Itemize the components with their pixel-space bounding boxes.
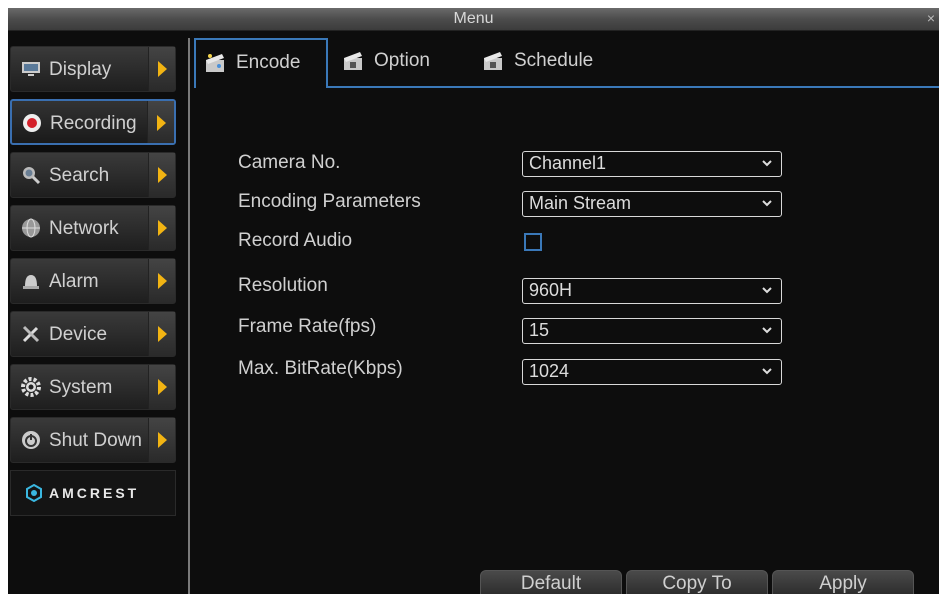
- select-value: Main Stream: [529, 193, 632, 213]
- sidebar-item-label: Display: [49, 59, 112, 80]
- alarm-bell-icon: [23, 275, 39, 289]
- menu-window: Menu × Display Recording Search Network …: [8, 8, 939, 594]
- chevron-right-icon: [148, 206, 175, 250]
- clapperboard-icon: [344, 52, 362, 70]
- close-icon[interactable]: ×: [927, 10, 935, 26]
- tab-encode[interactable]: Encode: [194, 38, 328, 88]
- chevron-right-icon: [148, 259, 175, 303]
- chevron-down-icon: [762, 160, 772, 167]
- clapperboard-icon: [206, 54, 224, 72]
- sidebar-item-label: Recording: [50, 113, 137, 134]
- sidebar-item-label: System: [49, 377, 113, 398]
- monitor-icon: [22, 62, 40, 76]
- sidebar-item-label: Alarm: [49, 271, 99, 292]
- copy-to-button[interactable]: Copy To: [626, 570, 768, 594]
- resolution-label: Resolution: [238, 275, 328, 296]
- sidebar-item-label: Network: [49, 218, 119, 239]
- record-audio-label: Record Audio: [238, 230, 353, 251]
- encoding-parameters-select[interactable]: Main Stream: [522, 191, 782, 217]
- chevron-right-icon: [148, 418, 175, 462]
- frame-rate-label: Frame Rate(fps): [238, 316, 377, 337]
- tab-label: Schedule: [514, 50, 594, 71]
- chevron-right-icon: [148, 47, 175, 91]
- max-bitrate-select[interactable]: 1024: [522, 359, 782, 385]
- tab-label: Encode: [236, 52, 301, 73]
- chevron-right-icon: [148, 312, 175, 356]
- sidebar-item-shutdown[interactable]: Shut Down: [10, 417, 176, 463]
- select-value: 15: [529, 320, 550, 340]
- sidebar-item-recording[interactable]: Recording: [10, 99, 176, 145]
- clapperboard-icon: [484, 52, 502, 70]
- record-audio-checkbox[interactable]: [524, 233, 542, 251]
- network-globe-icon: [22, 218, 40, 238]
- tab-schedule[interactable]: Schedule: [474, 38, 634, 86]
- camera-no-select[interactable]: Channel1: [522, 151, 782, 177]
- tab-label: Option: [374, 50, 430, 71]
- power-icon: [22, 431, 40, 449]
- logo-text: AMCREST: [49, 485, 140, 501]
- amcrest-logo: AMCREST: [10, 470, 176, 516]
- chevron-down-icon: [762, 287, 772, 294]
- chevron-down-icon: [762, 368, 772, 375]
- tab-option[interactable]: Option: [334, 38, 464, 86]
- window-title: Menu: [453, 10, 494, 27]
- sidebar-item-search[interactable]: Search: [10, 152, 176, 198]
- select-value: Channel1: [529, 153, 607, 173]
- sidebar-item-label: Search: [49, 165, 110, 186]
- chevron-down-icon: [762, 327, 772, 334]
- chevron-down-icon: [762, 200, 772, 207]
- sidebar-item-system[interactable]: System: [10, 364, 176, 410]
- frame-rate-select[interactable]: 15: [522, 318, 782, 344]
- camera-no-label: Camera No.: [238, 152, 341, 173]
- select-value: 960H: [529, 280, 573, 300]
- record-icon: [23, 114, 41, 132]
- sidebar-item-display[interactable]: Display: [10, 46, 176, 92]
- apply-button[interactable]: Apply: [772, 570, 914, 594]
- sidebar-item-network[interactable]: Network: [10, 205, 176, 251]
- vertical-divider: [188, 38, 190, 594]
- sidebar-item-label: Device: [49, 324, 108, 345]
- default-button[interactable]: Default: [480, 570, 622, 594]
- encoding-parameters-label: Encoding Parameters: [238, 191, 421, 212]
- amcrest-logo-icon: [26, 484, 42, 502]
- sidebar-item-alarm[interactable]: Alarm: [10, 258, 176, 304]
- magnifier-icon: [23, 167, 41, 185]
- resolution-select[interactable]: 960H: [522, 278, 782, 304]
- title-bar: Menu ×: [8, 8, 939, 31]
- select-value: 1024: [529, 361, 570, 381]
- tools-icon: [22, 325, 40, 343]
- chevron-right-icon: [148, 365, 175, 409]
- tab-bar: Encode Option Schedule: [194, 38, 939, 88]
- chevron-right-icon: [148, 153, 175, 197]
- gear-icon: [21, 377, 41, 397]
- sidebar-item-label: Shut Down: [49, 430, 142, 451]
- max-bitrate-label: Max. BitRate(Kbps): [238, 358, 403, 379]
- chevron-right-icon: [147, 101, 174, 143]
- sidebar-item-device[interactable]: Device: [10, 311, 176, 357]
